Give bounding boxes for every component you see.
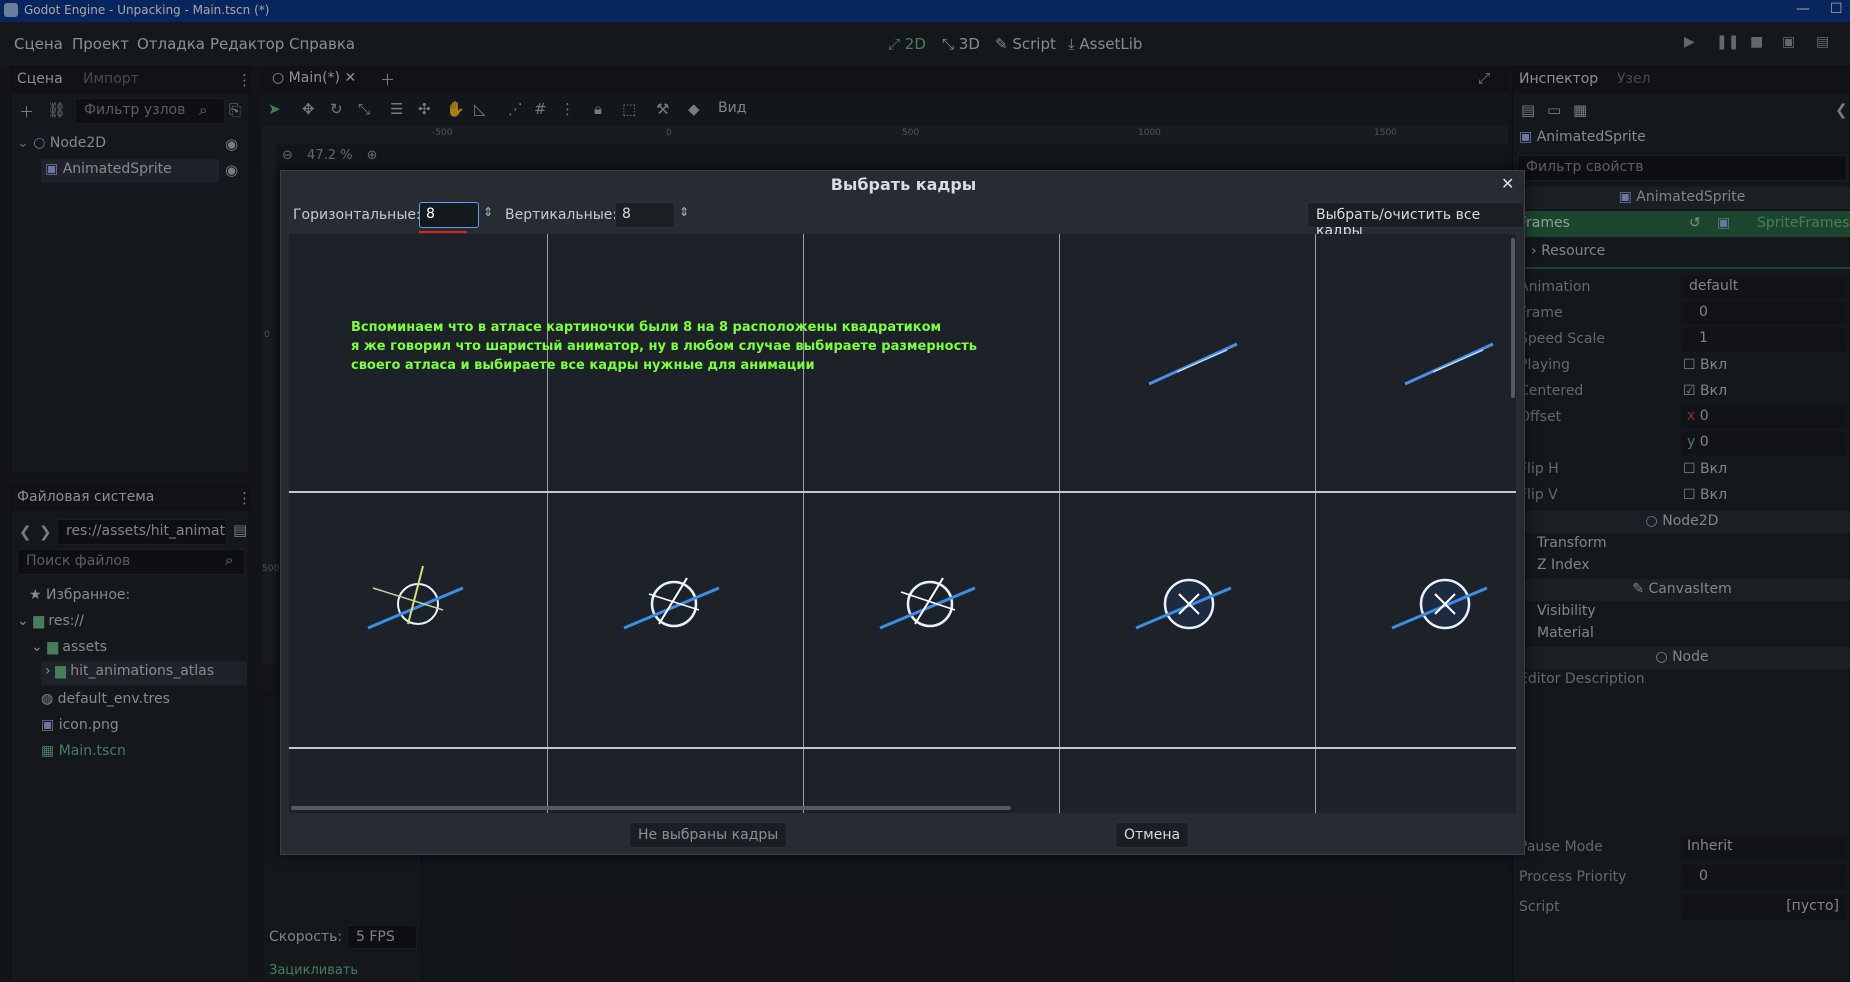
grid-row-divider bbox=[289, 491, 1516, 493]
annotation-line-2: я же говорил что шаристый аниматор, ну в… bbox=[351, 339, 978, 354]
frame-thumbnail[interactable] bbox=[1393, 334, 1503, 394]
frame-thumbnail[interactable] bbox=[1387, 564, 1497, 644]
red-underline-annotation bbox=[419, 231, 467, 233]
frames-grid[interactable]: Вспоминаем что в атласе картиночки были … bbox=[289, 234, 1516, 813]
select-frames-dialog: Выбрать кадры ✕ Горизонтальные: 8 ⇕ Верт… bbox=[280, 170, 1525, 855]
frame-thumbnail[interactable] bbox=[1137, 334, 1247, 394]
cancel-button[interactable]: Отмена bbox=[1115, 822, 1190, 848]
vertical-label: Вертикальные: bbox=[505, 207, 618, 223]
no-frames-selected-button[interactable]: Не выбраны кадры bbox=[629, 822, 788, 848]
grid-row-divider bbox=[289, 747, 1516, 749]
horizontal-scrollbar[interactable] bbox=[291, 806, 1011, 810]
close-icon[interactable]: ✕ bbox=[1501, 174, 1514, 193]
frame-thumbnail[interactable] bbox=[363, 564, 473, 644]
grid-divider bbox=[1315, 234, 1316, 813]
annotation-line-3: своего атласа и выбираете все кадры нужн… bbox=[351, 358, 815, 373]
dialog-title: Выбрать кадры bbox=[830, 175, 977, 194]
horizontal-spinner-icon[interactable]: ⇕ bbox=[483, 205, 493, 219]
frame-thumbnail[interactable] bbox=[1131, 564, 1241, 644]
annotation-line-1: Вспоминаем что в атласе картиночки были … bbox=[351, 320, 942, 335]
vertical-spinner-icon[interactable]: ⇕ bbox=[679, 205, 689, 219]
frame-thumbnail[interactable] bbox=[619, 564, 729, 644]
select-all-frames-button[interactable]: Выбрать/очистить все кадры bbox=[1307, 202, 1524, 239]
horizontal-label: Горизонтальные: bbox=[293, 207, 421, 223]
vertical-scrollbar[interactable] bbox=[1511, 238, 1515, 398]
frame-thumbnail[interactable] bbox=[875, 564, 985, 644]
vertical-input[interactable]: 8 bbox=[615, 202, 675, 228]
grid-divider bbox=[1059, 234, 1060, 813]
horizontal-input[interactable]: 8 bbox=[419, 202, 479, 228]
